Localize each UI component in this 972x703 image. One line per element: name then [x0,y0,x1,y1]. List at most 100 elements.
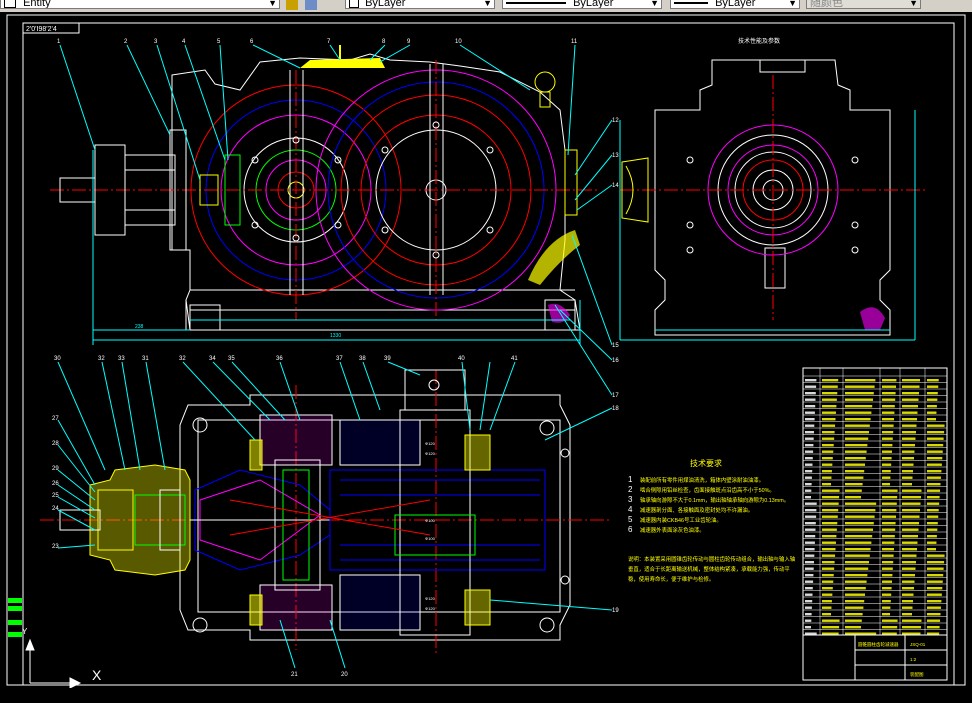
parts-cell-text [805,626,811,629]
parts-cell-text [805,567,814,570]
svg-text:啮合侧隙用铅丝检查，齿面接触斑点沿齿高不小于50%。: 啮合侧隙用铅丝检查，齿面接触斑点沿齿高不小于50%。 [640,486,775,494]
parts-cell-text [822,561,835,564]
parts-cell-text [927,626,940,629]
parts-cell-text [902,593,914,596]
parts-cell-text [845,489,862,492]
svg-text:34: 34 [209,356,216,362]
parts-cell-text [805,411,815,414]
parts-cell-text [927,580,943,583]
parts-cell-text [822,418,836,421]
linetype-dropdown[interactable]: ByLayer ▼ [502,0,662,9]
parts-cell-text [822,600,832,603]
parts-cell-text [805,561,814,564]
parts-cell-text [822,450,834,453]
parts-cell-text [805,515,817,518]
inner-frame [22,22,955,686]
plotstyle-value: 随颜色 [810,0,843,9]
parts-cell-text [902,444,915,447]
layer-manager-icon[interactable] [305,0,317,10]
parts-cell-text [822,606,832,609]
parts-cell-text [927,554,945,557]
svg-text:减速器剖分面、各接触面及密封处均不许漏油。: 减速器剖分面、各接触面及密封处均不许漏油。 [640,506,753,514]
layer-previous-icon[interactable] [286,0,298,10]
parts-cell-text [845,528,873,531]
parts-cell-text [882,398,896,401]
parts-cell-text [805,535,816,538]
dim-label: 238 [135,324,144,330]
svg-text:19: 19 [612,608,619,614]
parts-cell-text [822,470,832,473]
parts-cell-text [927,587,943,590]
chevron-down-icon[interactable]: ▼ [909,0,918,8]
parts-cell-text [805,619,812,622]
parts-cell-text [805,593,813,596]
parts-cell-text [822,509,839,512]
layer-dropdown[interactable]: Entity ▼ [0,0,280,9]
svg-text:37: 37 [336,356,343,362]
linetype-sample-icon [506,2,566,5]
drawing-canvas[interactable]: 2'0'Ⅰ98'2'4 1330 238 1 2 3 4 5 6 7 8 9 1… [0,12,972,698]
parts-cell-text [882,528,896,531]
parts-cell-text [805,548,815,551]
chevron-down-icon[interactable]: ▼ [788,0,797,8]
parts-cell-text [822,613,831,616]
parts-cell-text [882,548,894,551]
parts-cell-text [845,515,875,518]
svg-text:24: 24 [52,506,59,512]
drawing-sheet: 装配图 [910,671,924,678]
svg-text:32: 32 [98,356,105,362]
chevron-down-icon[interactable]: ▼ [650,0,659,8]
svg-text:20: 20 [341,672,348,678]
parts-cell-text [845,541,872,544]
chevron-down-icon[interactable]: ▼ [483,0,492,8]
layer-icon [4,0,16,8]
lineweight-value: ByLayer [715,0,756,9]
parts-cell-text [902,418,917,421]
parts-cell-text [805,457,813,460]
parts-cell-text [805,489,812,492]
parts-cell-text [882,470,891,473]
parts-cell-text [822,398,837,401]
parts-cell-text [902,398,919,401]
svg-text:16: 16 [612,358,619,364]
plotstyle-dropdown[interactable]: 随颜色 ▼ [806,0,921,9]
svg-text:32: 32 [179,356,186,362]
parts-cell-text [927,411,937,414]
parts-cell-text [902,541,918,544]
parts-cell-text [845,626,861,629]
parts-cell-text [882,535,895,538]
parts-cell-text [845,418,871,421]
parts-cell-text [805,580,814,583]
parts-cell-text [845,554,870,557]
parts-cell-text [882,554,894,557]
svg-text:6: 6 [628,525,633,534]
parts-cell-text [927,509,939,512]
parts-cell-text [822,626,840,629]
parts-cell-text [805,502,817,505]
parts-cell-text [822,437,835,440]
parts-cell-text [822,580,834,583]
color-dropdown[interactable]: ByLayer ▼ [345,0,495,9]
parts-cell-text [805,541,815,544]
svg-text:4: 4 [182,39,186,45]
lineweight-dropdown[interactable]: ByLayer ▼ [670,0,800,9]
parts-cell-text [822,548,836,551]
parts-cell-text [822,444,834,447]
parts-cell-text [805,528,816,531]
parts-cell-text [882,411,895,414]
command-line[interactable] [0,688,972,698]
parts-cell-text [805,470,813,473]
svg-text:28: 28 [52,441,59,447]
parts-cell-text [805,463,813,466]
parts-cell-text [882,541,895,544]
parts-cell-text [805,398,816,401]
drawing-svg: 2'0'Ⅰ98'2'4 1330 238 1 2 3 4 5 6 7 8 9 1… [6,14,966,689]
parts-cell-text [882,450,892,453]
parts-cell-text [927,548,936,551]
parts-cell-text [805,424,815,427]
plan-view: Φ120 Φ120 Φ120 Φ120 Φ100 Φ100 [40,369,610,655]
parts-cell-text [882,613,890,616]
parts-cell-text [927,405,937,408]
chevron-down-icon[interactable]: ▼ [268,0,277,8]
layer-value: Entity [23,0,51,9]
